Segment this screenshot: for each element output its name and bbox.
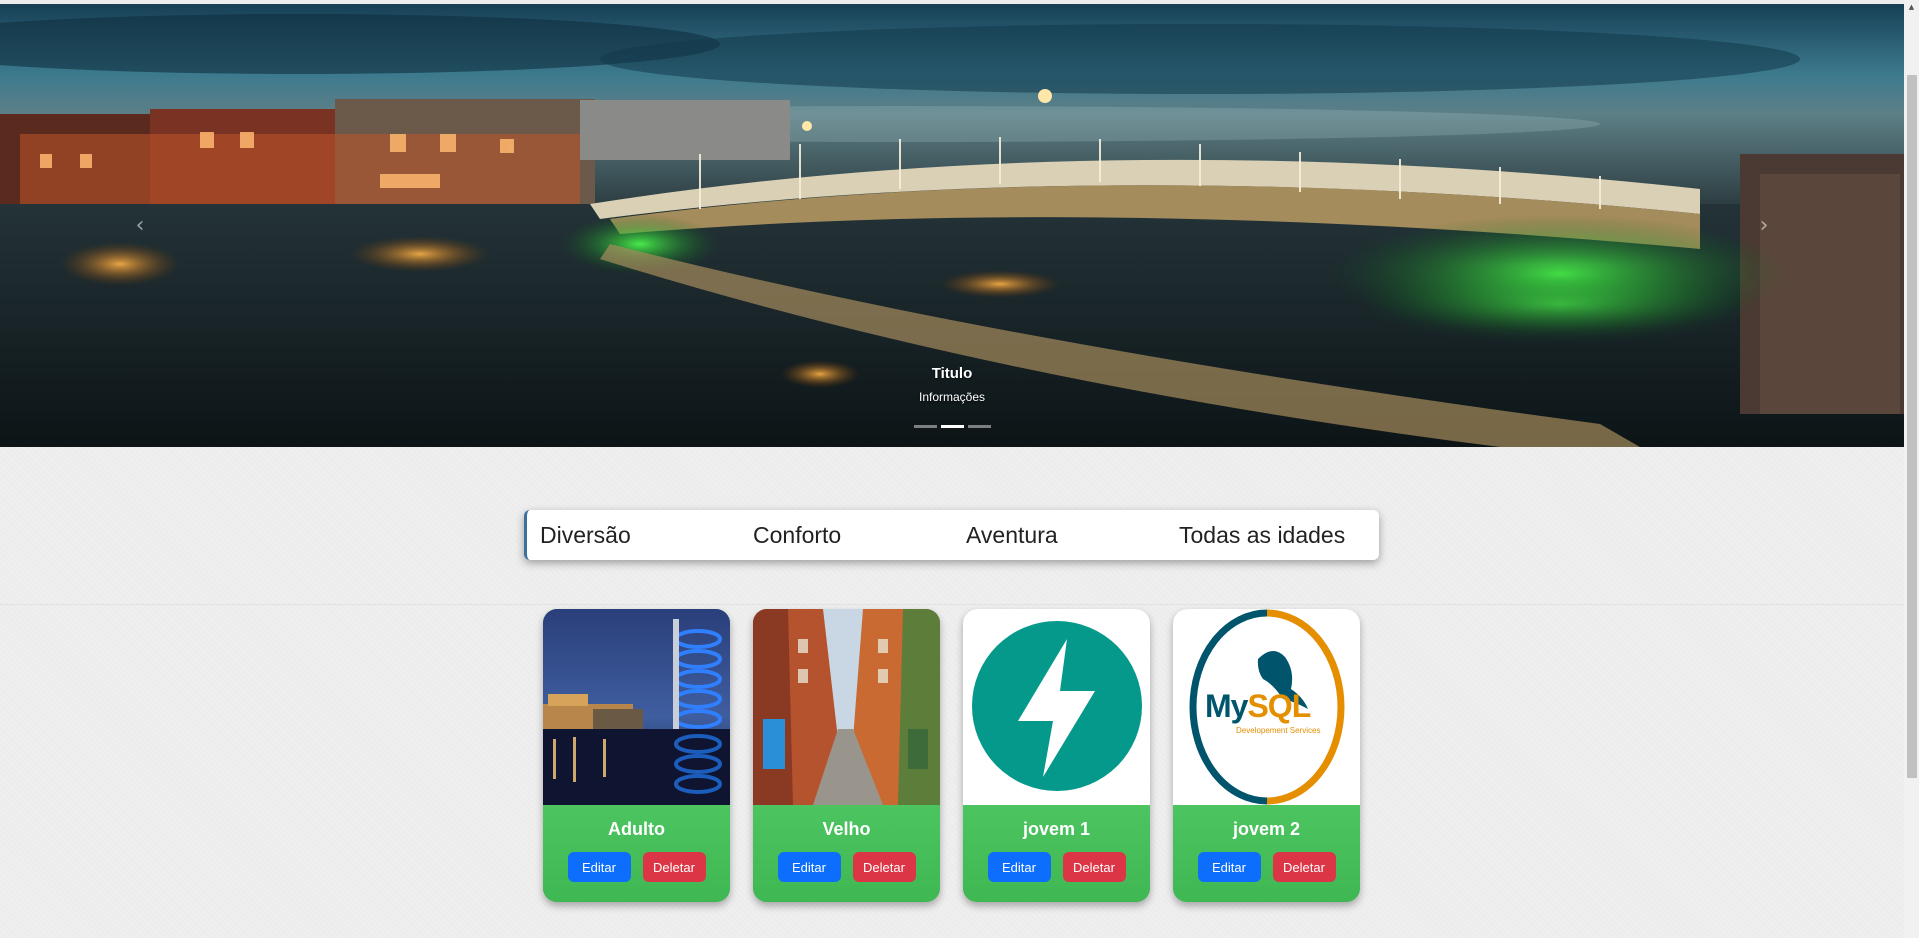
delete-button[interactable]: Deletar	[852, 852, 916, 882]
delete-button[interactable]: Deletar	[642, 852, 706, 882]
edit-button[interactable]: Editar	[777, 852, 841, 882]
carousel-caption-title: Titulo	[931, 365, 973, 382]
card-jovem-1: jovem 1 Editar Deletar	[963, 609, 1150, 902]
carousel-indicator-1[interactable]	[913, 425, 937, 428]
card-title: Adulto	[608, 819, 665, 839]
category-aventura[interactable]: Aventura	[966, 522, 1058, 549]
carousel-caption: Titulo Informações	[0, 365, 1904, 404]
carousel-caption-text: Informações	[918, 390, 986, 404]
carousel-indicator-2[interactable]	[940, 425, 964, 428]
hero-carousel: ‹ › Titulo Informações	[0, 4, 1904, 447]
vertical-scrollbar[interactable]: ▲	[1904, 0, 1919, 938]
delete-button[interactable]: Deletar	[1272, 852, 1336, 882]
carousel-indicators	[0, 425, 1904, 428]
card-title: jovem 2	[1232, 819, 1301, 839]
scroll-up-arrow-icon[interactable]: ▲	[1904, 0, 1919, 14]
card-jovem-2: MySQL Developement Services jovem 2 Edit…	[1173, 609, 1360, 902]
card-title: jovem 1	[1022, 819, 1091, 839]
edit-button[interactable]: Editar	[1197, 852, 1261, 882]
section-divider	[0, 604, 1904, 605]
card-velho: Velho Editar Deletar	[753, 609, 940, 902]
chevron-left-icon: ‹	[135, 213, 145, 238]
carousel-indicator-3[interactable]	[967, 425, 991, 428]
svg-text:MySQL: MySQL	[1205, 688, 1311, 724]
chevron-right-icon: ›	[1759, 213, 1769, 238]
category-todas-as-idades[interactable]: Todas as idades	[1179, 522, 1345, 549]
scrollbar-thumb[interactable]	[1907, 75, 1917, 778]
card-image-street	[753, 609, 940, 805]
card-body: Adulto Editar Deletar	[543, 805, 730, 902]
card-body: Velho Editar Deletar	[753, 805, 940, 902]
category-conforto[interactable]: Conforto	[753, 522, 841, 549]
edit-button[interactable]: Editar	[987, 852, 1051, 882]
category-diversao[interactable]: Diversão	[540, 522, 631, 549]
delete-button[interactable]: Deletar	[1062, 852, 1126, 882]
svg-text:Developement Services: Developement Services	[1236, 726, 1320, 735]
lightning-logo-icon	[963, 609, 1150, 805]
card-image-city-night	[543, 609, 730, 805]
card-title: Velho	[822, 819, 871, 839]
category-bar: Diversão Conforto Aventura Todas as idad…	[524, 510, 1379, 560]
mysql-logo-icon: MySQL Developement Services	[1173, 609, 1360, 805]
edit-button[interactable]: Editar	[567, 852, 631, 882]
card-body: jovem 1 Editar Deletar	[963, 805, 1150, 902]
card-body: jovem 2 Editar Deletar	[1173, 805, 1360, 902]
card-adulto: Adulto Editar Deletar	[543, 609, 730, 902]
